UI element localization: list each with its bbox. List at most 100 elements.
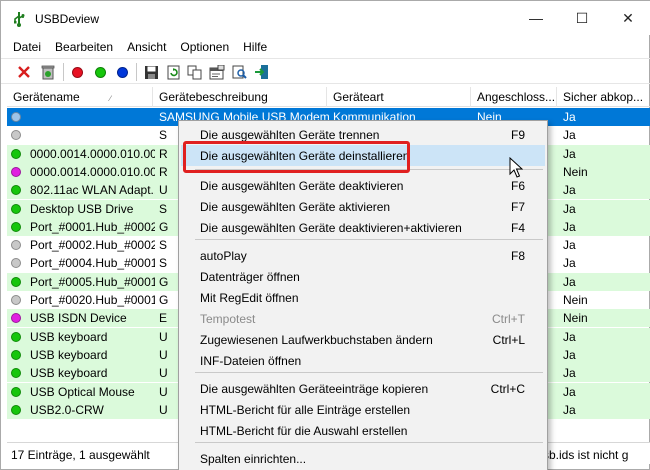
context-menu-item-label: Mit RegEdit öffnen	[200, 291, 299, 305]
context-menu-item[interactable]: Die ausgewählten Geräte deaktivieren+akt…	[181, 217, 545, 238]
safe-to-unplug-cell: Nein	[563, 165, 588, 179]
minimize-button[interactable]: —	[513, 1, 559, 35]
device-name-cell: Port_#0001.Hub_#0002	[30, 220, 155, 234]
context-menu-item[interactable]: Zugewiesenen Laufwerkbuchstaben ändern Ct…	[181, 329, 545, 350]
find-icon[interactable]	[230, 62, 250, 82]
maximize-button[interactable]: ☐	[559, 1, 605, 35]
safe-to-unplug-cell: Ja	[563, 348, 576, 362]
context-menu-item-shortcut: F4	[510, 221, 525, 235]
status-dot-icon	[11, 222, 21, 232]
column-header-geraeteart[interactable]: Geräteart	[327, 87, 471, 107]
device-name-cell: Port_#0004.Hub_#0001	[30, 256, 155, 270]
highlight-frame	[183, 141, 410, 173]
toolbar-separator	[63, 63, 64, 81]
safe-to-unplug-cell: Ja	[563, 128, 576, 142]
status-dot-icon	[11, 167, 21, 177]
blue-dot-icon[interactable]	[112, 62, 132, 82]
context-menu-item-shortcut: F8	[510, 249, 525, 263]
context-menu-item-shortcut: Ctrl+T	[492, 312, 525, 326]
safe-to-unplug-cell: Ja	[563, 403, 576, 417]
toolbar-separator	[136, 63, 137, 81]
uninstall-icon[interactable]	[38, 62, 58, 82]
device-name-cell: USB2.0-CRW	[30, 403, 104, 417]
context-menu-separator	[195, 372, 543, 373]
context-menu-item-shortcut: Ctrl+L	[492, 333, 525, 347]
safe-to-unplug-cell: Ja	[563, 366, 576, 380]
safe-to-unplug-cell: Ja	[563, 110, 576, 124]
safe-to-unplug-cell: Ja	[563, 183, 576, 197]
status-dot-icon	[11, 332, 21, 342]
status-dot-icon	[11, 258, 21, 268]
sort-arrow-icon: ∕	[109, 94, 112, 103]
context-menu-item[interactable]: Spalten einrichten...	[181, 448, 545, 469]
close-button[interactable]: ✕	[605, 1, 650, 35]
disconnect-icon[interactable]	[14, 62, 34, 82]
context-menu-item-shortcut: F9	[510, 128, 525, 142]
column-header-sicher-abkoppeln[interactable]: Sicher abkop...	[557, 87, 650, 107]
safe-to-unplug-cell: Nein	[563, 311, 588, 325]
context-menu-item-label: autoPlay	[200, 249, 247, 263]
context-menu-item[interactable]: Die ausgewählten Geräte deaktivieren F6	[181, 175, 545, 196]
device-name-cell: Port_#0020.Hub_#0001	[30, 293, 155, 307]
device-name-cell: 802.11ac WLAN Adapt...	[30, 183, 155, 197]
window-title: USBDeview	[35, 12, 100, 26]
context-menu-item[interactable]: autoPlay F8	[181, 245, 545, 266]
context-menu-item[interactable]: HTML-Bericht für die Auswahl erstellen	[181, 420, 545, 441]
status-dot-icon	[11, 112, 21, 122]
device-name-cell: Desktop USB Drive	[30, 202, 134, 216]
context-menu-item-label: INF-Dateien öffnen	[200, 354, 302, 368]
title-bar[interactable]: USBDeview — ☐ ✕	[1, 1, 650, 35]
status-dot-icon	[11, 130, 21, 140]
column-header-beschreibung[interactable]: Gerätebeschreibung	[153, 87, 327, 107]
context-menu-item[interactable]: Mit RegEdit öffnen	[181, 287, 545, 308]
safe-to-unplug-cell: Ja	[563, 275, 576, 289]
copy-icon[interactable]	[185, 62, 205, 82]
context-menu-item-label: Spalten einrichten...	[200, 452, 307, 466]
column-header-geraetename[interactable]: Gerätename ∕	[7, 87, 153, 107]
device-name-cell: USB keyboard	[30, 330, 108, 344]
properties-icon[interactable]	[207, 62, 227, 82]
context-menu-item-label: Tempotest	[200, 312, 256, 326]
context-menu-item-label: HTML-Bericht für alle Einträge erstellen	[200, 403, 411, 417]
red-dot-icon[interactable]	[67, 62, 87, 82]
status-dot-icon	[11, 240, 21, 250]
mouse-cursor-icon	[509, 157, 523, 178]
context-menu-item[interactable]: Die ausgewählten Geräteeinträge kopieren…	[181, 378, 545, 399]
context-menu-item-label: Die ausgewählten Geräteeinträge kopieren	[200, 382, 429, 396]
exit-icon[interactable]	[252, 62, 272, 82]
device-name-cell: 0000.0014.0000.010.00...	[30, 165, 155, 179]
status-message: sb.ids ist nicht g	[543, 448, 629, 462]
context-menu-item-label: Die ausgewählten Geräte deaktivieren+akt…	[200, 221, 462, 235]
context-menu-item[interactable]: Die ausgewählten Geräte aktivieren F7	[181, 196, 545, 217]
menu-optionen[interactable]: Optionen	[173, 37, 236, 57]
menu-bearbeiten[interactable]: Bearbeiten	[48, 37, 120, 57]
context-menu-item-label: Datenträger öffnen	[200, 270, 300, 284]
device-name-cell: USB keyboard	[30, 366, 108, 380]
save-icon[interactable]	[141, 62, 161, 82]
safe-to-unplug-cell: Ja	[563, 385, 576, 399]
context-menu-item[interactable]: HTML-Bericht für alle Einträge erstellen	[181, 399, 545, 420]
safe-to-unplug-cell: Ja	[563, 202, 576, 216]
status-dot-icon	[11, 295, 21, 305]
context-menu-item[interactable]: Datenträger öffnen	[181, 266, 545, 287]
green-dot-icon[interactable]	[90, 62, 110, 82]
device-name-cell: USB ISDN Device	[30, 311, 127, 325]
status-dot-icon	[11, 277, 21, 287]
safe-to-unplug-cell: Ja	[563, 220, 576, 234]
menu-hilfe[interactable]: Hilfe	[236, 37, 274, 57]
context-menu-item-shortcut: F6	[510, 179, 525, 193]
device-name-cell: 0000.0014.0000.010.00...	[30, 147, 155, 161]
context-menu-item-label: HTML-Bericht für die Auswahl erstellen	[200, 424, 408, 438]
status-dot-icon	[11, 204, 21, 214]
context-menu-item[interactable]: INF-Dateien öffnen	[181, 350, 545, 371]
status-dot-icon	[11, 149, 21, 159]
menu-ansicht[interactable]: Ansicht	[120, 37, 173, 57]
safe-to-unplug-cell: Ja	[563, 238, 576, 252]
refresh-icon[interactable]	[163, 62, 183, 82]
context-menu-item-shortcut: Ctrl+C	[490, 382, 525, 396]
device-name-cell: USB keyboard	[30, 348, 108, 362]
menu-datei[interactable]: Datei	[1, 37, 48, 57]
context-menu-item-shortcut: F7	[510, 200, 525, 214]
safe-to-unplug-cell: Ja	[563, 147, 576, 161]
column-header-angeschlossen[interactable]: Angeschloss...	[471, 87, 557, 107]
